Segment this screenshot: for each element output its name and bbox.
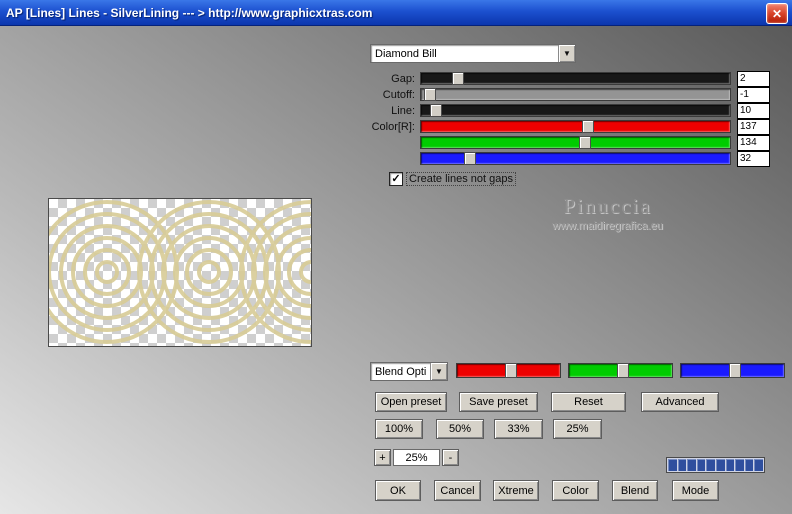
close-icon: ✕ (771, 6, 783, 21)
color-red-slider-track[interactable] (420, 120, 731, 133)
open-preset-button[interactable]: Open preset (375, 392, 447, 412)
blend-red-thumb[interactable] (505, 363, 518, 378)
progress-segment (725, 459, 735, 471)
preview-rings (49, 200, 311, 344)
cancel-button[interactable]: Cancel (434, 480, 481, 501)
color-green-value[interactable]: 134 (737, 135, 770, 151)
progress-segment (696, 459, 706, 471)
color-red-slider-thumb[interactable] (581, 120, 594, 133)
progress-bar (666, 457, 765, 473)
blend-options-value: Blend Opti (375, 365, 427, 378)
mode-button[interactable]: Mode (672, 480, 719, 501)
cutoff-value[interactable]: -1 (737, 87, 770, 103)
progress-segment (735, 459, 744, 471)
zoom-level-value: 25% (393, 449, 440, 466)
progress-segment (668, 459, 677, 471)
blend-blue-thumb[interactable] (729, 363, 742, 378)
plugin-window: AP [Lines] Lines - SilverLining --- > ht… (0, 0, 792, 514)
color-blue-slider-thumb[interactable] (464, 152, 477, 165)
blend-green-thumb[interactable] (617, 363, 630, 378)
blend-blue-slider[interactable] (680, 363, 785, 378)
gap-slider-thumb[interactable] (451, 72, 464, 85)
color-blue-slider-track[interactable] (420, 152, 731, 165)
zoom-33-button[interactable]: 33% (494, 419, 543, 439)
blend-red-slider[interactable] (456, 363, 561, 378)
save-preset-button[interactable]: Save preset (459, 392, 538, 412)
close-button[interactable]: ✕ (766, 3, 788, 24)
blend-green-slider[interactable] (568, 363, 673, 378)
progress-segment (706, 459, 715, 471)
slider-label-cutoff: Cutoff: (382, 89, 415, 101)
preset-dropdown[interactable]: Diamond Bill ▼ (370, 44, 576, 63)
window-title: AP [Lines] Lines - SilverLining --- > ht… (6, 5, 373, 20)
color-button[interactable]: Color (552, 480, 599, 501)
preset-dropdown-value: Diamond Bill (375, 47, 437, 60)
create-lines-label[interactable]: Create lines not gaps (406, 172, 516, 186)
zoom-minus-button[interactable]: - (442, 449, 459, 466)
color-green-slider-track[interactable] (420, 136, 731, 149)
progress-segment (744, 459, 754, 471)
watermark-name: Pinuccia (563, 194, 652, 218)
watermark: Pinuccia www.maidiregrafica.eu (515, 194, 700, 232)
gap-slider-track[interactable] (420, 72, 731, 85)
color-green-slider-thumb[interactable] (578, 136, 591, 149)
slider-label-line: Line: (391, 105, 415, 117)
window-titlebar[interactable]: AP [Lines] Lines - SilverLining --- > ht… (0, 0, 792, 26)
progress-segment (677, 459, 687, 471)
line-value[interactable]: 10 (737, 103, 770, 119)
blend-options-dropdown[interactable]: Blend Opti ▼ (370, 362, 448, 381)
blend-button[interactable]: Blend (612, 480, 658, 501)
zoom-100-button[interactable]: 100% (375, 419, 423, 439)
line-slider-track[interactable] (420, 104, 731, 117)
chevron-down-icon[interactable]: ▼ (558, 45, 575, 62)
progress-segment (754, 459, 763, 471)
gap-value[interactable]: 2 (737, 71, 770, 87)
zoom-plus-button[interactable]: + (374, 449, 391, 466)
preview-canvas[interactable] (48, 198, 312, 347)
progress-segment (715, 459, 725, 471)
line-slider-thumb[interactable] (430, 104, 443, 117)
progress-segment (687, 459, 696, 471)
create-lines-checkbox[interactable]: ✓ (389, 172, 403, 186)
reset-button[interactable]: Reset (551, 392, 626, 412)
cutoff-slider-thumb[interactable] (424, 88, 437, 101)
blend-chevron-down-icon[interactable]: ▼ (430, 363, 447, 380)
xtreme-button[interactable]: Xtreme (493, 480, 539, 501)
check-icon: ✓ (391, 173, 401, 185)
watermark-site: www.maidiregrafica.eu (552, 220, 663, 232)
cutoff-slider-track[interactable] (420, 88, 731, 101)
slider-label-gap: Gap: (391, 73, 415, 85)
color-blue-value[interactable]: 32 (737, 151, 770, 167)
advanced-button[interactable]: Advanced (641, 392, 719, 412)
ok-button[interactable]: OK (375, 480, 421, 501)
zoom-50-button[interactable]: 50% (436, 419, 484, 439)
slider-label-color-r: Color[R]: (371, 121, 415, 133)
zoom-25-button[interactable]: 25% (553, 419, 602, 439)
color-red-value[interactable]: 137 (737, 119, 770, 135)
